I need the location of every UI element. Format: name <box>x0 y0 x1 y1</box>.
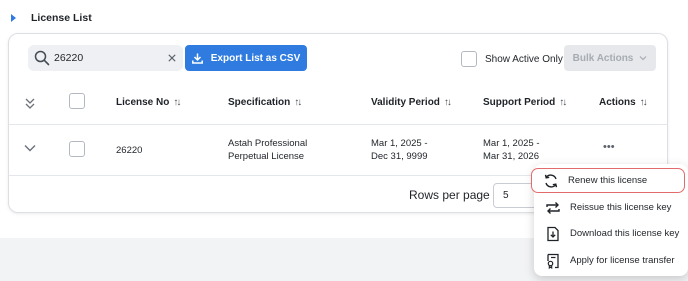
column-header-license-no[interactable]: License No ↑↓ <box>116 97 181 108</box>
bulk-actions-label: Bulk Actions <box>572 52 634 64</box>
chevron-down-icon <box>639 56 647 61</box>
menu-item-label: Renew this license <box>568 175 648 186</box>
search-box[interactable] <box>28 45 183 71</box>
row-select-checkbox[interactable] <box>69 141 85 157</box>
column-header-actions[interactable]: Actions ↑↓ <box>599 97 648 108</box>
transfer-certificate-icon <box>544 252 562 270</box>
expand-caret-icon[interactable] <box>11 14 16 22</box>
menu-item-download-key[interactable]: Download this license key <box>534 221 688 246</box>
show-active-only-label: Show Active Only <box>485 53 563 65</box>
menu-item-label: Download this license key <box>570 228 680 239</box>
download-icon <box>191 53 203 64</box>
rows-per-page-label: Rows per page <box>409 188 490 202</box>
sort-icon[interactable]: ↑↓ <box>444 97 452 108</box>
search-icon <box>34 50 50 66</box>
table-header: License No ↑↓ Specification ↑↓ Validity Pe… <box>9 82 667 125</box>
chevron-down-icon[interactable] <box>24 144 36 152</box>
menu-item-label: Reissue this license key <box>570 202 672 213</box>
sort-icon[interactable]: ↑↓ <box>640 97 648 108</box>
support-period-cell: Mar 1, 2025 - Mar 31, 2026 <box>483 138 540 162</box>
actions-menu: Renew this license Reissue this license … <box>531 164 688 276</box>
column-header-support-period[interactable]: Support Period ↑↓ <box>483 97 567 108</box>
sort-icon[interactable]: ↑↓ <box>559 97 567 108</box>
reissue-icon <box>544 199 562 217</box>
export-csv-button[interactable]: Export List as CSV <box>185 45 307 71</box>
license-no-cell: 26220 <box>116 145 143 156</box>
expand-all-icon[interactable] <box>24 97 36 111</box>
row-actions-menu-button[interactable]: ••• <box>603 141 615 154</box>
clear-search-button[interactable] <box>162 51 176 65</box>
column-header-specification[interactable]: Specification ↑↓ <box>228 97 302 108</box>
menu-item-renew-license[interactable]: Renew this license <box>531 168 685 193</box>
column-header-validity-period[interactable]: Validity Period ↑↓ <box>371 97 452 108</box>
download-file-icon <box>544 225 562 243</box>
search-input[interactable] <box>54 52 149 64</box>
specification-cell: Astah Professional Perpetual License <box>228 138 308 162</box>
table-toolbar: Export List as CSV Show Active Only Bulk… <box>9 34 667 82</box>
validity-period-cell: Mar 1, 2025 - Dec 31, 9999 <box>371 138 428 162</box>
select-all-checkbox[interactable] <box>69 93 85 109</box>
sort-icon[interactable]: ↑↓ <box>294 97 302 108</box>
renew-icon <box>542 172 560 190</box>
section-title: License List <box>31 12 92 24</box>
menu-item-reissue-key[interactable]: Reissue this license key <box>534 195 688 220</box>
show-active-only-checkbox[interactable] <box>461 51 477 67</box>
menu-item-label: Apply for license transfer <box>570 255 675 266</box>
sort-icon[interactable]: ↑↓ <box>173 97 181 108</box>
export-csv-label: Export List as CSV <box>210 52 301 64</box>
section-header[interactable]: License List <box>8 10 92 26</box>
menu-item-license-transfer[interactable]: Apply for license transfer <box>534 248 688 273</box>
bulk-actions-button[interactable]: Bulk Actions <box>564 45 656 71</box>
show-active-only-toggle[interactable]: Show Active Only <box>461 51 563 67</box>
close-icon <box>168 54 176 62</box>
